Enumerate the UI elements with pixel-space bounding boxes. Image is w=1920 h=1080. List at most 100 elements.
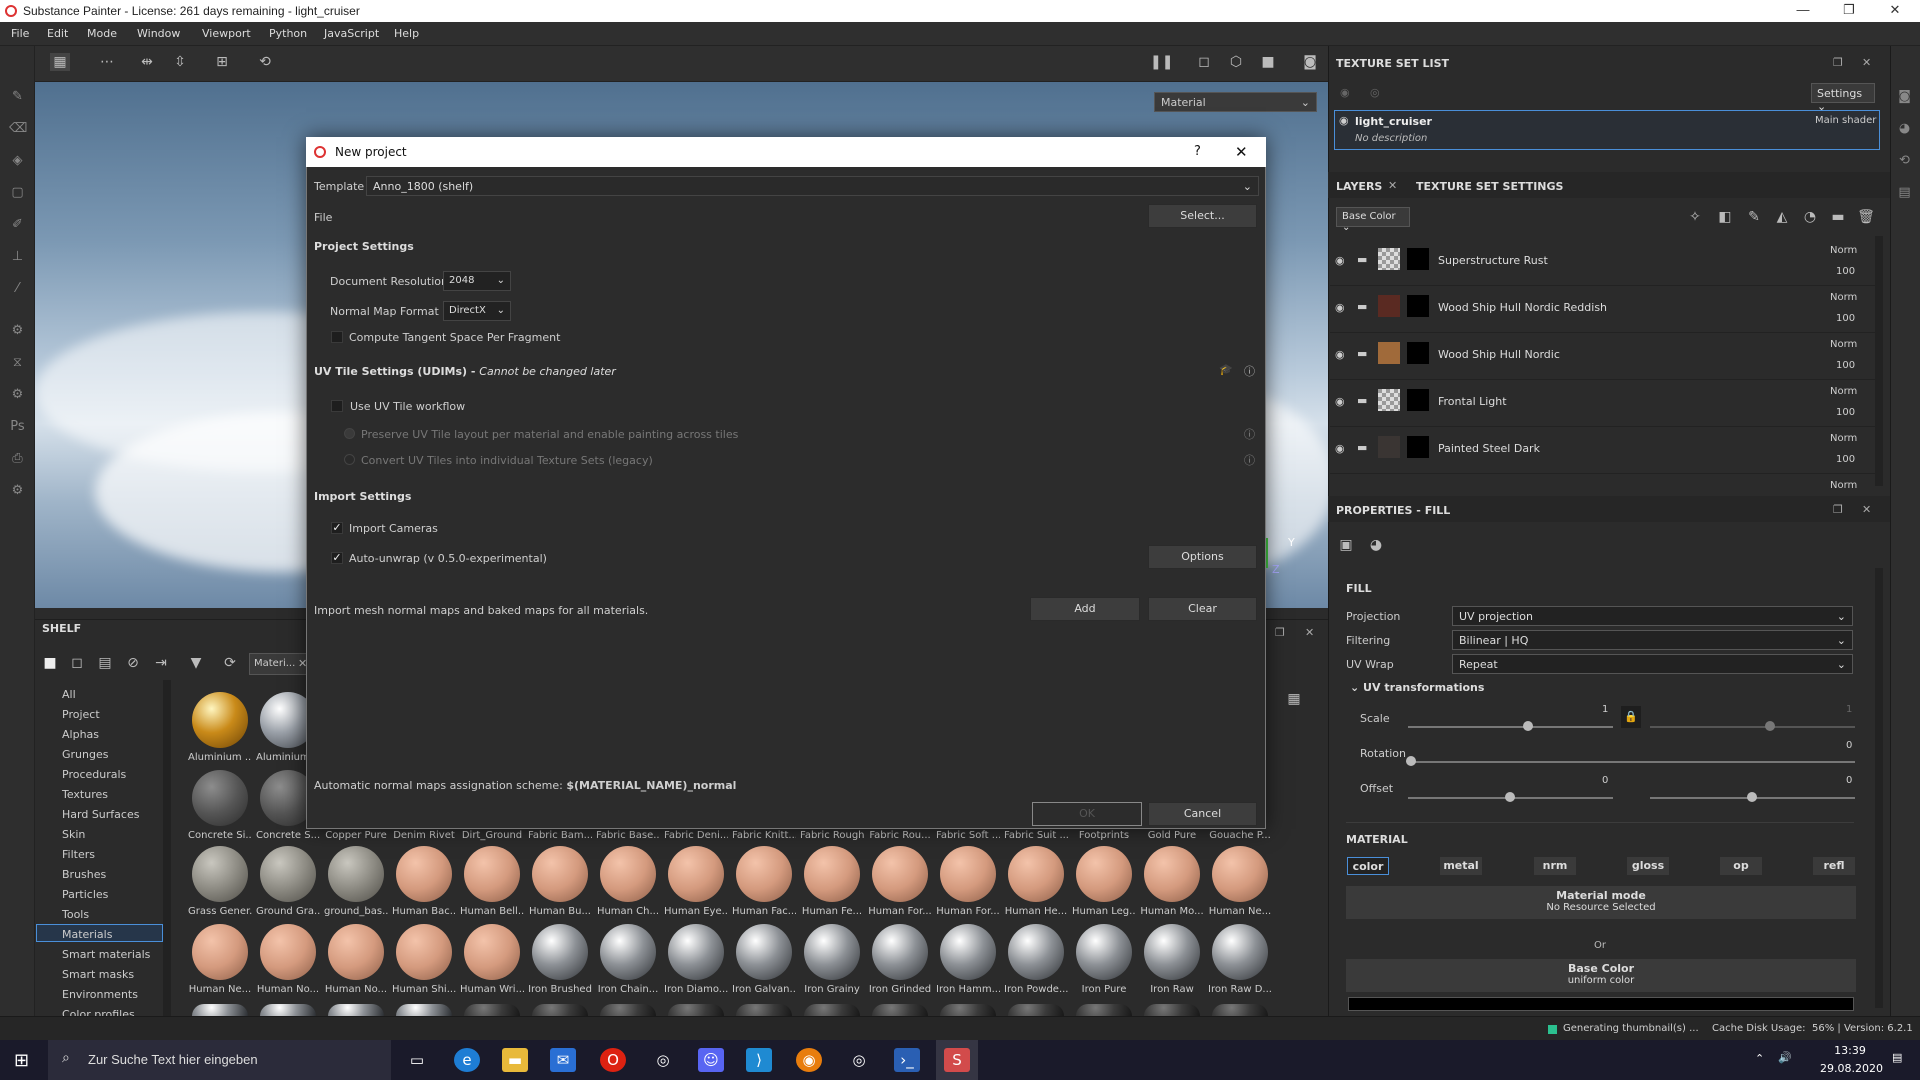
material-thumbnail-partial[interactable] <box>668 1004 724 1016</box>
preserve-radio[interactable] <box>344 428 355 439</box>
projection-icon[interactable]: ◈ <box>9 152 26 169</box>
material-icon[interactable]: ◕ <box>1896 120 1913 137</box>
layer-opacity[interactable]: 100 <box>1836 407 1855 418</box>
viewport-mode-select[interactable]: Material ⌄ <box>1154 92 1317 112</box>
material-thumbnail-partial[interactable] <box>1076 1004 1132 1016</box>
material-thumbnail-partial[interactable] <box>328 1004 384 1016</box>
layer-blend-mode[interactable]: Norm <box>1830 433 1857 444</box>
menu-edit[interactable]: Edit <box>47 27 68 40</box>
material-thumbnail[interactable] <box>464 924 520 980</box>
export-icon[interactable]: ⎙ <box>9 450 26 467</box>
tsl-close-icon[interactable]: ✕ <box>1862 56 1871 69</box>
shelf-category-alphas[interactable]: Alphas <box>62 728 99 741</box>
add-effect-icon[interactable]: ✧ <box>1685 208 1705 226</box>
material-thumbnail[interactable] <box>1212 924 1268 980</box>
layer-opacity[interactable]: 100 <box>1836 313 1855 324</box>
tab-layers[interactable]: LAYERS <box>1336 180 1382 193</box>
new-item-icon[interactable]: ◻ <box>67 654 87 672</box>
material-thumbnail[interactable] <box>1008 846 1064 902</box>
mail-icon[interactable]: ✉ <box>550 1048 576 1072</box>
normal-maps-list[interactable] <box>314 626 1257 772</box>
base-color-swatch[interactable] <box>1348 997 1854 1011</box>
material-channel-metal[interactable]: metal <box>1440 857 1482 875</box>
grid-select-icon[interactable]: ▦ <box>50 53 70 71</box>
scale-slider-2-knob[interactable] <box>1765 721 1775 731</box>
ok-button[interactable]: OK <box>1032 802 1142 826</box>
blender-icon[interactable]: ◉ <box>796 1048 822 1072</box>
menu-help[interactable]: Help <box>394 27 419 40</box>
tray-chevron-icon[interactable]: ⌃ <box>1755 1052 1764 1065</box>
shelf-category-materials[interactable]: Materials <box>62 928 112 941</box>
color-picker-icon[interactable]: ⁄ <box>9 280 26 297</box>
material-thumbnail[interactable] <box>260 924 316 980</box>
history-icon[interactable]: ⟲ <box>255 53 275 71</box>
menu-javascript[interactable]: JavaScript <box>324 27 379 40</box>
add-fill-layer-icon[interactable]: ◭ <box>1772 208 1792 226</box>
material-thumbnail[interactable] <box>192 770 248 826</box>
shelf-close-icon[interactable]: ✕ <box>1305 626 1314 639</box>
material-thumbnail[interactable] <box>1008 924 1064 980</box>
scale-slider[interactable] <box>1408 726 1613 728</box>
material-thumbnail-partial[interactable] <box>736 1004 792 1016</box>
menu-mode[interactable]: Mode <box>87 27 117 40</box>
texture-set-eye-icon[interactable]: ◉ <box>1339 114 1349 127</box>
menu-window[interactable]: Window <box>137 27 180 40</box>
hide-icon[interactable]: ⊘ <box>123 654 143 672</box>
layer-mask-thumbnail[interactable] <box>1407 295 1429 317</box>
menu-viewport[interactable]: Viewport <box>202 27 251 40</box>
layer-blend-mode[interactable]: Norm <box>1830 339 1857 350</box>
layer-visibility-icon[interactable]: ◉ <box>1335 348 1345 361</box>
video-icon[interactable]: ■ <box>1258 53 1278 71</box>
add-smart-material-icon[interactable]: ◔ <box>1800 208 1820 226</box>
material-channel-gloss[interactable]: gloss <box>1627 857 1669 875</box>
symmetry-icon[interactable]: ⇹ <box>137 53 157 71</box>
paint-brush-icon[interactable]: ✎ <box>9 88 26 105</box>
menu-python[interactable]: Python <box>269 27 307 40</box>
material-thumbnail[interactable] <box>532 924 588 980</box>
delete-layer-icon[interactable]: 🗑 <box>1856 208 1876 226</box>
material-thumbnail-partial[interactable] <box>1008 1004 1064 1016</box>
scale-slider-knob[interactable] <box>1523 721 1533 731</box>
layer-visibility-icon[interactable]: ◉ <box>1335 301 1345 314</box>
smudge-icon[interactable]: ✐ <box>9 216 26 233</box>
notifications-icon[interactable]: ▤ <box>1892 1051 1902 1064</box>
shelf-category-project[interactable]: Project <box>62 708 100 721</box>
shelf-category-textures[interactable]: Textures <box>62 788 108 801</box>
material-thumbnail[interactable] <box>1212 846 1268 902</box>
history-panel-icon[interactable]: ⟲ <box>1896 152 1913 169</box>
properties-float-icon[interactable]: ❐ <box>1833 503 1843 516</box>
material-channel-nrm[interactable]: nrm <box>1534 857 1576 875</box>
task-view-icon[interactable]: ▭ <box>404 1048 430 1072</box>
bake-icon[interactable]: ⧖ <box>9 354 26 371</box>
lock-icon[interactable]: 🔒 <box>1621 706 1641 728</box>
file-explorer-icon[interactable]: ▬ <box>502 1048 528 1072</box>
offset-slider-2-knob[interactable] <box>1747 792 1757 802</box>
add-paint-layer-icon[interactable]: ✎ <box>1744 208 1764 226</box>
list-icon[interactable]: ▤ <box>95 654 115 672</box>
tsl-filter-icon[interactable]: ◉ <box>1340 86 1350 99</box>
layer-mask-thumbnail[interactable] <box>1407 342 1429 364</box>
material-thumbnail[interactable] <box>1076 924 1132 980</box>
windows-start-icon[interactable]: ⊞ <box>14 1050 29 1071</box>
use-uv-tile-checkbox[interactable] <box>331 400 343 412</box>
base-color-box[interactable]: Base Color uniform color <box>1346 959 1856 992</box>
log-icon[interactable]: ▤ <box>1896 184 1913 201</box>
discord-icon[interactable]: ☺ <box>698 1048 724 1072</box>
dialog-help-button[interactable]: ? <box>1194 144 1201 159</box>
material-thumbnail[interactable] <box>396 924 452 980</box>
uv-transformations-header[interactable]: ⌄ UV transformations <box>1350 681 1484 694</box>
shelf-category-scrollbar[interactable] <box>163 680 171 1016</box>
shelf-category-grunges[interactable]: Grunges <box>62 748 108 761</box>
convert-radio[interactable] <box>344 454 355 465</box>
auto-unwrap-checkbox[interactable]: ✓ <box>331 552 343 564</box>
material-mode-box[interactable]: Material mode No Resource Selected <box>1346 886 1856 919</box>
layer-mask-thumbnail[interactable] <box>1407 248 1429 270</box>
material-thumbnail[interactable] <box>1144 846 1200 902</box>
material-thumbnail[interactable] <box>668 846 724 902</box>
grid-view-icon[interactable]: ▦ <box>1284 690 1304 708</box>
add-mask-icon[interactable]: ◧ <box>1715 208 1735 226</box>
add-icon[interactable]: ⊞ <box>212 53 232 71</box>
material-thumbnail-partial[interactable] <box>532 1004 588 1016</box>
material-thumbnail-partial[interactable] <box>260 1004 316 1016</box>
template-dropdown[interactable]: Anno_1800 (shelf) ⌄ <box>366 176 1259 196</box>
